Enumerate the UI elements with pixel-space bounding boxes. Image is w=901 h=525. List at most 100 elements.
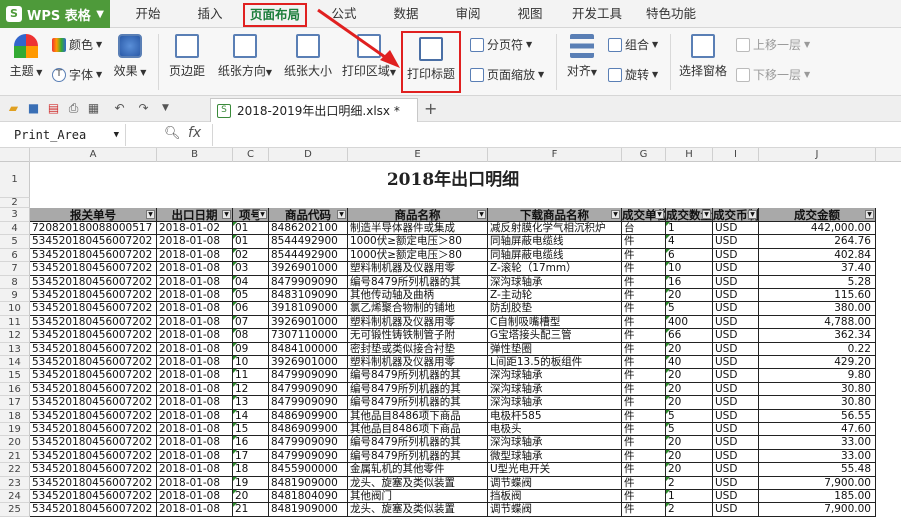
table-cell[interactable]: 8486202100 bbox=[269, 222, 348, 236]
spreadsheet-grid[interactable]: ABCDEFGHIJ 1 2 3 4 5 6 7 8 9 10 11 12 13 14 15 16 17 18 19… bbox=[0, 148, 901, 525]
table-cell[interactable]: 调节蝶阀 bbox=[488, 503, 622, 517]
table-cell[interactable]: 2018-01-08 bbox=[157, 396, 233, 410]
table-cell[interactable]: 534520180456007202 bbox=[30, 235, 157, 249]
tab-formulas[interactable]: 公式 bbox=[324, 0, 364, 28]
tab-home[interactable]: 开始 bbox=[128, 0, 168, 28]
row-header-2[interactable]: 2 bbox=[0, 198, 30, 208]
tab-page-layout[interactable]: 页面布局 bbox=[243, 3, 307, 27]
column-header-a[interactable]: A bbox=[30, 148, 157, 162]
table-cell[interactable]: 534520180456007202 bbox=[30, 409, 157, 423]
table-cell[interactable]: 2018-01-08 bbox=[157, 436, 233, 450]
table-cell[interactable]: 534520180456007202 bbox=[30, 436, 157, 450]
row-header-13[interactable]: 13 bbox=[0, 342, 30, 356]
row-header-11[interactable]: 11 bbox=[0, 315, 30, 330]
table-cell[interactable]: 04 bbox=[233, 275, 269, 289]
table-cell[interactable]: 534520180456007202 bbox=[30, 289, 157, 303]
table-cell[interactable]: 362.34 bbox=[759, 329, 876, 343]
table-cell[interactable]: 7,900.00 bbox=[759, 503, 876, 517]
table-cell[interactable]: 2018-01-08 bbox=[157, 423, 233, 437]
rotate-button[interactable]: 旋转 ▼ bbox=[608, 66, 658, 83]
name-box[interactable]: Print_Area ▼ bbox=[0, 124, 126, 146]
table-cell[interactable]: 编号8479所列机器的其 bbox=[348, 369, 488, 383]
table-cell[interactable]: 件 bbox=[622, 396, 666, 410]
table-cell[interactable]: 33.00 bbox=[759, 449, 876, 464]
table-cell[interactable]: Z-主动轮 bbox=[488, 289, 622, 303]
table-cell[interactable]: 21 bbox=[233, 503, 269, 517]
table-cell[interactable]: 件 bbox=[622, 382, 666, 397]
table-cell[interactable]: 3926901000 bbox=[269, 315, 348, 330]
table-cell[interactable]: 66 bbox=[666, 329, 713, 343]
header-cell[interactable]: 商品名称 ▼ bbox=[348, 208, 488, 222]
table-cell[interactable]: USD bbox=[713, 289, 759, 303]
header-cell[interactable]: 成交币制 ▼ bbox=[713, 208, 759, 222]
table-cell[interactable]: 09 bbox=[233, 342, 269, 356]
filter-dropdown-icon[interactable]: ▼ bbox=[337, 210, 346, 219]
table-cell[interactable]: 3918109000 bbox=[269, 302, 348, 316]
filter-dropdown-icon[interactable]: ▼ bbox=[611, 210, 620, 219]
table-cell[interactable]: 40 bbox=[666, 356, 713, 370]
table-cell[interactable]: 9.80 bbox=[759, 369, 876, 383]
table-cell[interactable]: 塑料制机器及仪器用零 bbox=[348, 315, 488, 330]
row-header-12[interactable]: 12 bbox=[0, 329, 30, 343]
table-cell[interactable]: 件 bbox=[622, 262, 666, 276]
table-cell[interactable]: 20 bbox=[666, 449, 713, 464]
table-cell[interactable]: 其他阀门 bbox=[348, 490, 488, 504]
table-cell[interactable]: 264.76 bbox=[759, 235, 876, 249]
undo-icon[interactable]: ↶ bbox=[112, 101, 127, 116]
column-header-h[interactable]: H bbox=[666, 148, 713, 162]
table-cell[interactable]: 2018-01-08 bbox=[157, 382, 233, 397]
table-cell[interactable]: 8479909090 bbox=[269, 369, 348, 383]
table-cell[interactable]: 30.80 bbox=[759, 382, 876, 397]
bring-forward-button[interactable]: 上移一层 ▼ bbox=[736, 36, 810, 53]
table-cell[interactable]: 4 bbox=[666, 235, 713, 249]
table-cell[interactable]: 380.00 bbox=[759, 302, 876, 316]
header-cell[interactable]: 项号 ▼ bbox=[233, 208, 269, 222]
table-cell[interactable]: 1000伏≥额定电压＞80 bbox=[348, 248, 488, 263]
table-cell[interactable]: 8479909090 bbox=[269, 449, 348, 464]
table-cell[interactable]: 件 bbox=[622, 423, 666, 437]
table-cell[interactable]: 件 bbox=[622, 329, 666, 343]
table-cell[interactable]: 02 bbox=[233, 248, 269, 263]
row-header-20[interactable]: 20 bbox=[0, 436, 30, 450]
table-cell[interactable]: 400 bbox=[666, 315, 713, 330]
print-icon[interactable]: ⎙ bbox=[66, 101, 81, 116]
table-cell[interactable]: 8481909000 bbox=[269, 503, 348, 517]
table-cell[interactable]: 720820180088000517 bbox=[30, 222, 157, 236]
row-header-19[interactable]: 19 bbox=[0, 423, 30, 437]
table-cell[interactable]: 534520180456007202 bbox=[30, 449, 157, 464]
table-cell[interactable]: USD bbox=[713, 463, 759, 477]
table-cell[interactable]: 8479909090 bbox=[269, 275, 348, 289]
table-cell[interactable]: 2018-01-08 bbox=[157, 289, 233, 303]
table-cell[interactable]: USD bbox=[713, 222, 759, 236]
table-cell[interactable]: USD bbox=[713, 382, 759, 397]
table-cell[interactable]: USD bbox=[713, 396, 759, 410]
column-header-e[interactable]: E bbox=[348, 148, 488, 162]
document-tab[interactable]: S 2018-2019年出口明细.xlsx * bbox=[210, 98, 418, 122]
table-cell[interactable]: 1 bbox=[666, 490, 713, 504]
table-cell[interactable]: 07 bbox=[233, 315, 269, 330]
column-header-c[interactable]: C bbox=[233, 148, 269, 162]
redo-icon[interactable]: ↷ bbox=[136, 101, 151, 116]
table-cell[interactable]: 55.48 bbox=[759, 463, 876, 477]
table-cell[interactable]: 03 bbox=[233, 262, 269, 276]
column-header-j[interactable]: J bbox=[759, 148, 876, 162]
table-cell[interactable]: 件 bbox=[622, 503, 666, 517]
table-cell[interactable]: 16 bbox=[666, 275, 713, 289]
table-cell[interactable]: 16 bbox=[233, 436, 269, 450]
table-cell[interactable]: USD bbox=[713, 262, 759, 276]
header-cell[interactable]: 下载商品名称 ▼ bbox=[488, 208, 622, 222]
table-cell[interactable]: 1000伏≥额定电压＞80 bbox=[348, 235, 488, 249]
filter-dropdown-icon[interactable]: ▼ bbox=[702, 210, 711, 219]
table-cell[interactable]: 8479909090 bbox=[269, 382, 348, 397]
table-cell[interactable]: 05 bbox=[233, 289, 269, 303]
table-cell[interactable]: 5.28 bbox=[759, 275, 876, 289]
table-cell[interactable]: 20 bbox=[666, 342, 713, 356]
table-cell[interactable]: 深沟球轴承 bbox=[488, 382, 622, 397]
table-cell[interactable]: 深沟球轴承 bbox=[488, 396, 622, 410]
table-cell[interactable]: 534520180456007202 bbox=[30, 356, 157, 370]
table-cell[interactable]: 2018-01-08 bbox=[157, 356, 233, 370]
table-cell[interactable]: 534520180456007202 bbox=[30, 275, 157, 289]
table-cell[interactable]: 20 bbox=[666, 463, 713, 477]
table-cell[interactable]: C自制吸嘴槽型 bbox=[488, 315, 622, 330]
table-cell[interactable]: 塑料制机器及仪器用零 bbox=[348, 356, 488, 370]
